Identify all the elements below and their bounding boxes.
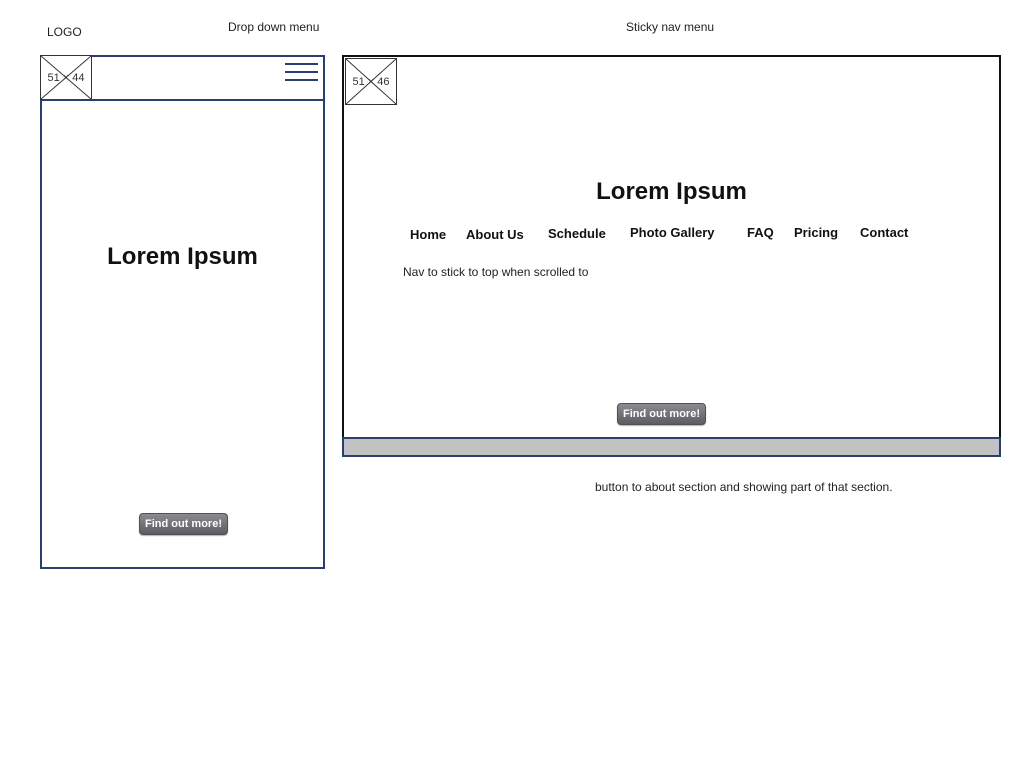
nav-item-about-us[interactable]: About Us [466,227,524,242]
logo-annotation: LOGO [47,25,82,39]
nav-item-contact[interactable]: Contact [860,225,908,240]
nav-item-faq[interactable]: FAQ [747,225,774,240]
nav-item-home[interactable]: Home [410,227,446,242]
sticky-nav-annotation: Sticky nav menu [626,20,715,34]
hamburger-menu-icon[interactable] [285,63,318,83]
sticky-nav: Home About Us Schedule Photo Gallery FAQ… [344,225,999,247]
mobile-header-divider [42,99,323,101]
nav-item-pricing[interactable]: Pricing [794,225,838,240]
dropdown-annotation: Drop down menu [228,20,320,34]
nav-note: Nav to stick to top when scrolled to [403,265,589,279]
desktop-logo-size-label: 51 × 46 [352,75,390,88]
desktop-hero-title: Lorem Ipsum [596,178,747,205]
button-annotation: button to about section and showing part… [595,480,893,494]
nav-item-schedule[interactable]: Schedule [548,226,606,241]
about-section-preview [342,437,1001,457]
desktop-logo-placeholder: 51 × 46 [345,58,397,105]
desktop-find-out-more-button[interactable]: Find out more! [617,403,706,425]
desktop-wireframe: 51 × 46 Lorem Ipsum Home About Us Schedu… [342,55,1001,457]
mobile-logo-size-label: 51 × 44 [47,71,85,84]
nav-item-photo-gallery[interactable]: Photo Gallery [630,225,715,240]
mobile-logo-placeholder: 51 × 44 [40,55,92,100]
mobile-hero-title: Lorem Ipsum [107,243,258,270]
mobile-wireframe: 51 × 44 Lorem Ipsum Find out more! [40,55,325,569]
mobile-find-out-more-button[interactable]: Find out more! [139,513,228,535]
